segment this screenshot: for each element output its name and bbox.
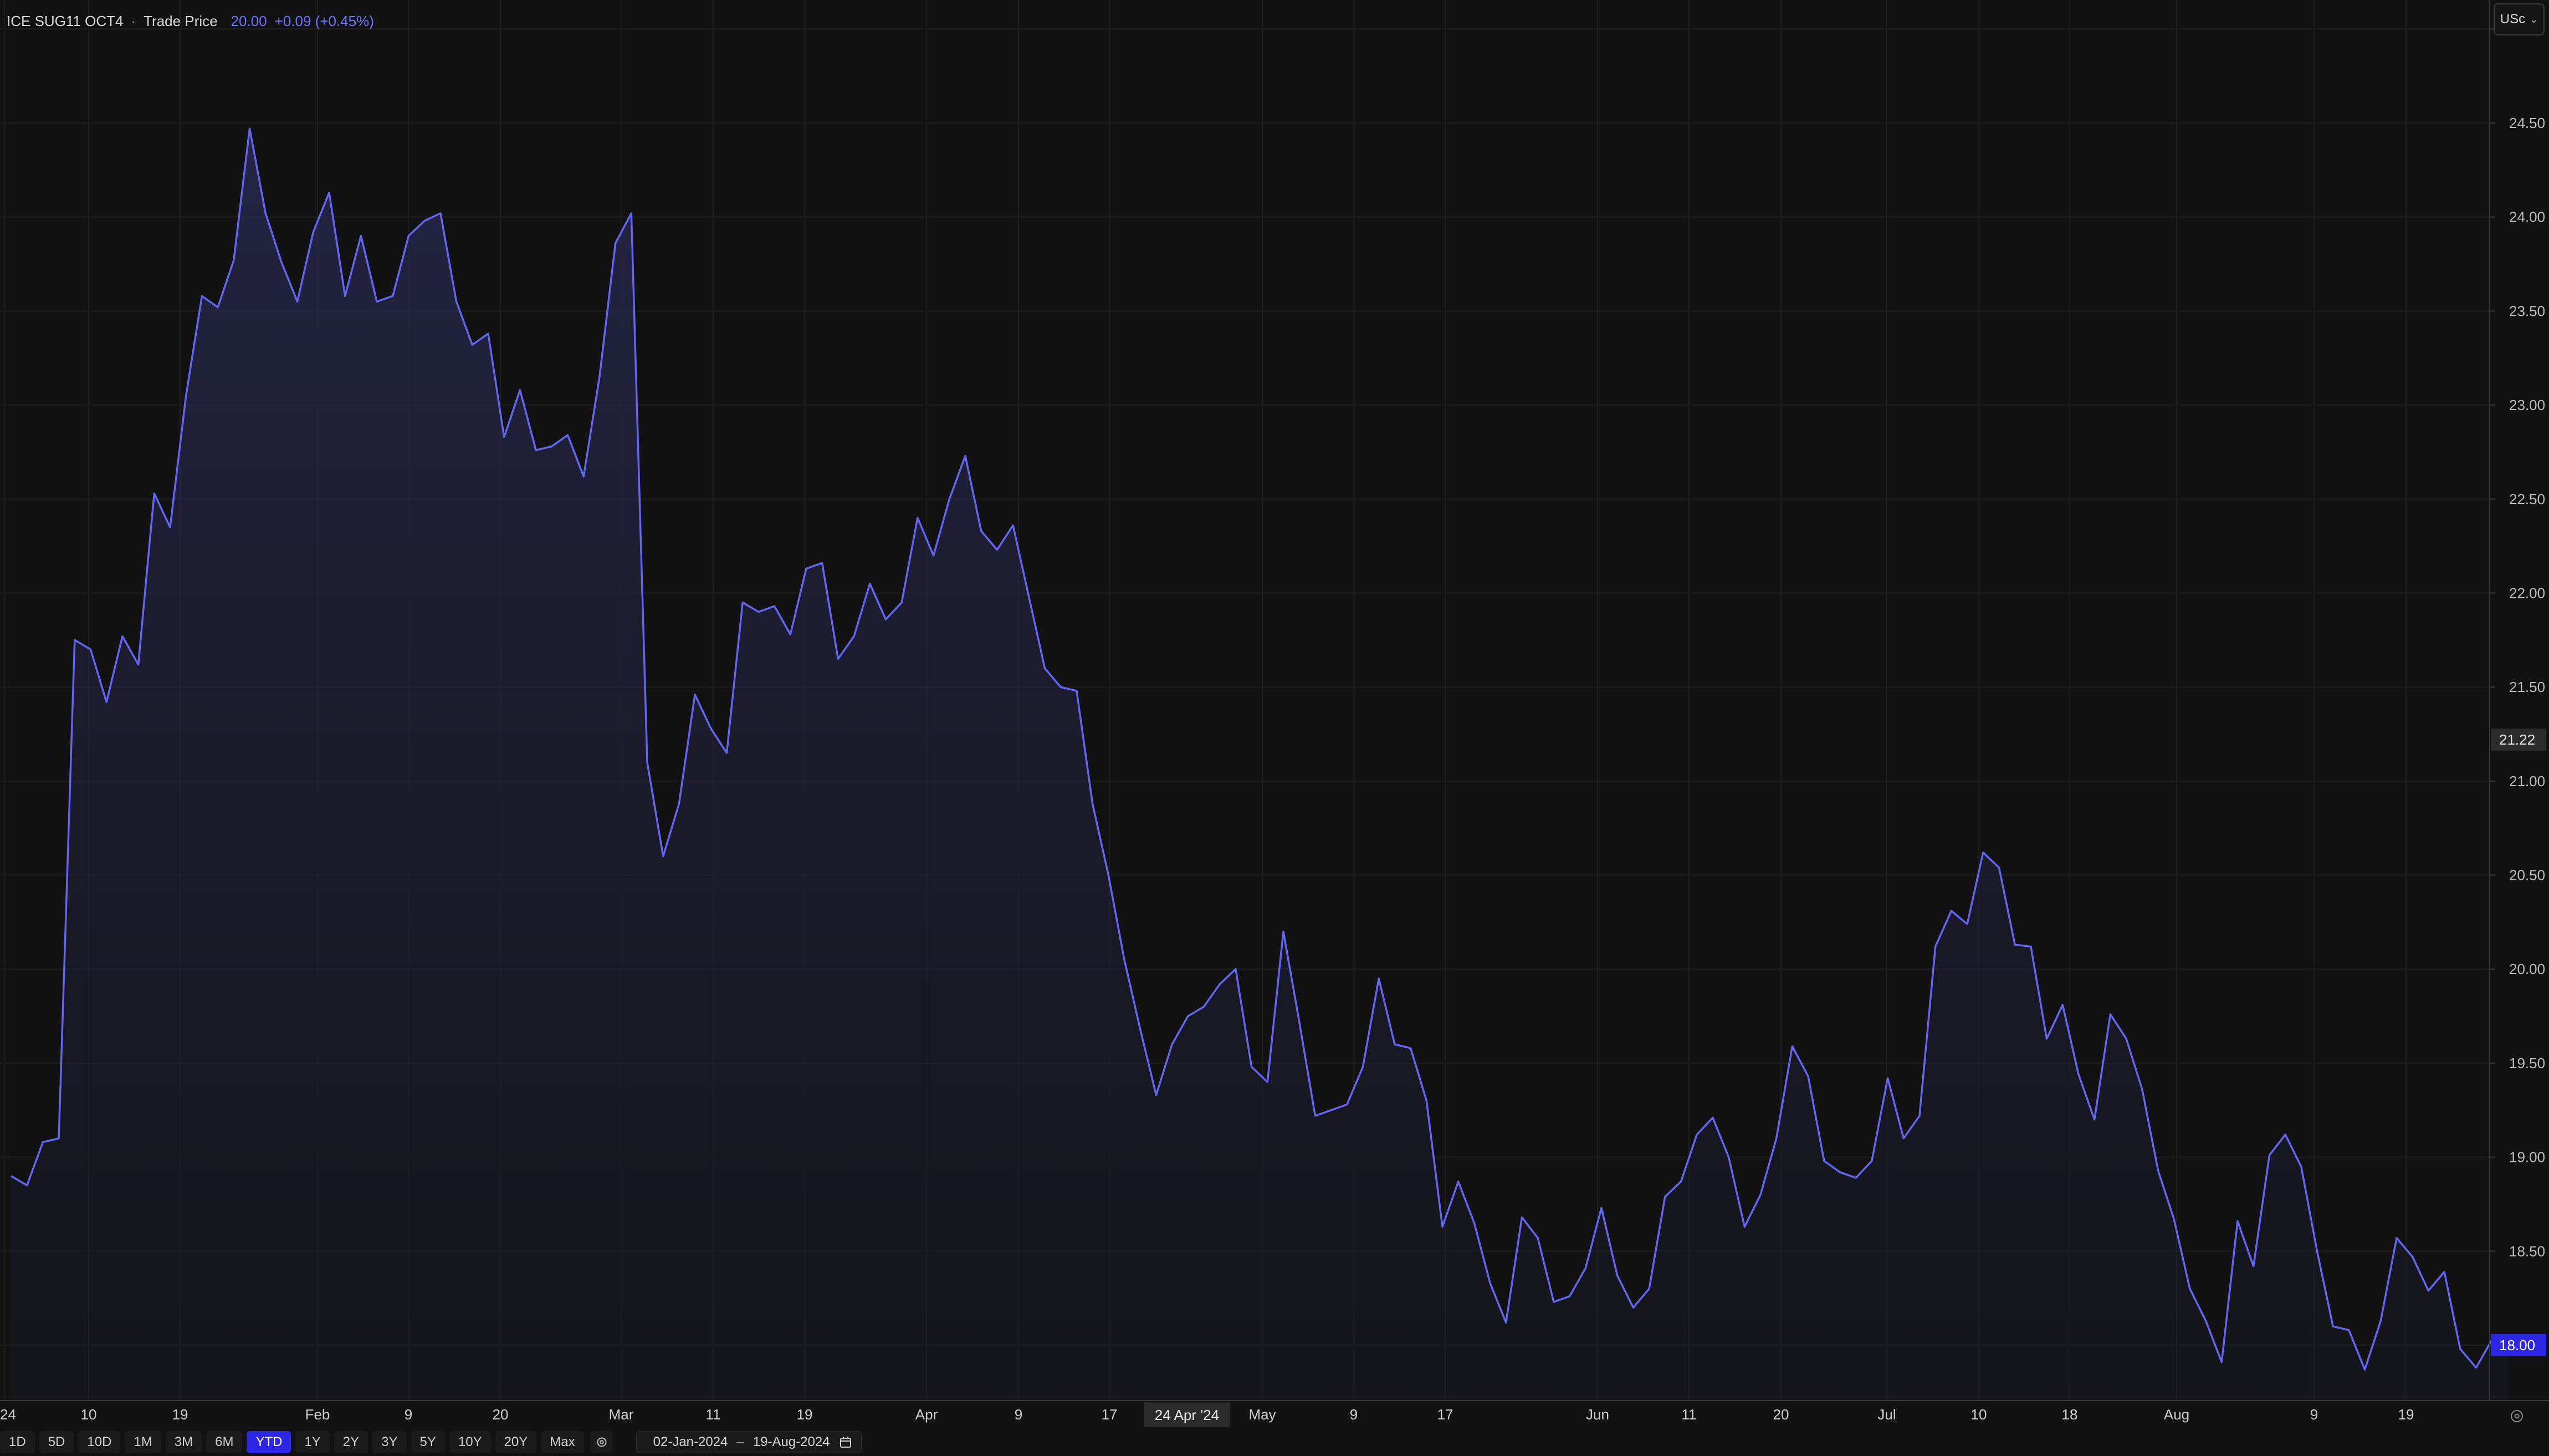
currency-dropdown[interactable]: USc ⌄ [2494, 3, 2545, 35]
range-button-1d[interactable]: 1D [0, 1431, 35, 1453]
x-tick-label: Apr [915, 1406, 938, 1423]
last-value-label: 18.00 [2499, 1337, 2535, 1354]
field-label: Trade Price [144, 12, 218, 29]
date-from: 02-Jan-2024 [653, 1434, 728, 1449]
header-separator: · [131, 12, 136, 29]
range-button-5y[interactable]: 5Y [411, 1431, 445, 1453]
range-button-1m[interactable]: 1M [125, 1431, 161, 1453]
y-tick-label: 18.50 [2509, 1243, 2545, 1259]
range-button-1y[interactable]: 1Y [295, 1431, 330, 1453]
last-price: 20.00 [231, 12, 267, 29]
chart-settings-button[interactable] [2506, 1405, 2528, 1427]
x-tick-label: 10 [1971, 1406, 1987, 1423]
y-tick-label: 24.50 [2509, 115, 2545, 131]
range-button-3m[interactable]: 3M [165, 1431, 202, 1453]
range-button-10d[interactable]: 10D [78, 1431, 121, 1453]
range-button-20y[interactable]: 20Y [495, 1431, 537, 1453]
x-tick-label: Feb [305, 1406, 330, 1423]
y-tick-label: 22.00 [2509, 585, 2545, 601]
range-toolbar: 1D 5D 10D 1M 3M 6M YTD 1Y 2Y 3Y 5Y 10Y 20Y Max 02-Jan… [0, 1428, 2549, 1456]
range-button-max[interactable]: Max [541, 1431, 584, 1453]
y-tick-label: 22.50 [2509, 491, 2545, 507]
price-chart[interactable]: 25.0024.5024.0023.5023.0022.5022.0021.50… [0, 0, 2549, 1456]
range-button-2y[interactable]: 2Y [334, 1431, 368, 1453]
price-change: +0.09 (+0.45%) [274, 12, 374, 29]
crosshair-value-label: 21.22 [2499, 731, 2535, 748]
x-tick-label: 9 [405, 1406, 412, 1423]
x-tick-label: 19 [797, 1406, 813, 1423]
y-tick-label: 19.00 [2509, 1149, 2545, 1166]
x-tick-label: 19 [2398, 1406, 2414, 1423]
y-tick-label: 20.50 [2509, 867, 2545, 884]
y-tick-label: 19.50 [2509, 1055, 2545, 1072]
chart-header: ICE SUG11 OCT4 · Trade Price 20.00 +0.09… [7, 8, 374, 34]
x-tick-label: 20 [1773, 1406, 1789, 1423]
x-tick-label: 9 [2310, 1406, 2318, 1423]
price-area-fill [11, 129, 2508, 1401]
x-tick-label: 20 [493, 1406, 509, 1423]
x-tick-label: 24 [0, 1406, 16, 1423]
x-tick-label: 11 [1682, 1406, 1697, 1423]
x-tick-label: 17 [1437, 1406, 1453, 1423]
range-button-10y[interactable]: 10Y [449, 1431, 491, 1453]
date-to: 19-Aug-2024 [753, 1434, 830, 1449]
x-tick-label: Jun [1586, 1406, 1609, 1423]
x-tick-label: May [1248, 1406, 1276, 1423]
currency-label: USc [2500, 12, 2526, 27]
y-tick-label: 21.00 [2509, 773, 2545, 789]
x-tick-label: 9 [1015, 1406, 1022, 1423]
x-tick-label: Mar [609, 1406, 634, 1423]
x-tick-label: Aug [2164, 1406, 2189, 1423]
y-tick-label: 20.00 [2509, 961, 2545, 977]
date-separator: – [736, 1434, 744, 1449]
calendar-icon [840, 1437, 851, 1448]
y-tick-label: 23.00 [2509, 397, 2545, 413]
x-tick-label: 18 [2062, 1406, 2078, 1423]
y-tick-label: 21.50 [2509, 679, 2545, 695]
range-button-5d[interactable]: 5D [39, 1431, 74, 1453]
range-button-6m[interactable]: 6M [206, 1431, 243, 1453]
range-button-ytd[interactable]: YTD [247, 1431, 291, 1453]
crosshair-date-label: 24 Apr '24 [1155, 1407, 1219, 1423]
x-tick-label: 11 [706, 1406, 721, 1423]
symbol-label: ICE SUG11 OCT4 [7, 12, 124, 29]
x-tick-label: 17 [1102, 1406, 1118, 1423]
range-button-3y[interactable]: 3Y [372, 1431, 407, 1453]
x-tick-label: Jul [1877, 1406, 1896, 1423]
date-range-picker[interactable]: 02-Jan-2024 – 19-Aug-2024 [636, 1431, 862, 1453]
gear-icon [597, 1437, 607, 1447]
x-tick-label: 19 [172, 1406, 188, 1423]
y-tick-label: 23.50 [2509, 303, 2545, 319]
x-tick-label: 9 [1350, 1406, 1358, 1423]
x-tick-label: 10 [81, 1406, 97, 1423]
range-settings-button[interactable] [590, 1431, 613, 1453]
gear-icon [2511, 1410, 2523, 1422]
y-tick-label: 24.00 [2509, 209, 2545, 225]
chevron-down-icon: ⌄ [2530, 13, 2538, 25]
range-button-group: 1D 5D 10D 1M 3M 6M YTD 1Y 2Y 3Y 5Y 10Y 20Y Max [0, 1431, 588, 1453]
